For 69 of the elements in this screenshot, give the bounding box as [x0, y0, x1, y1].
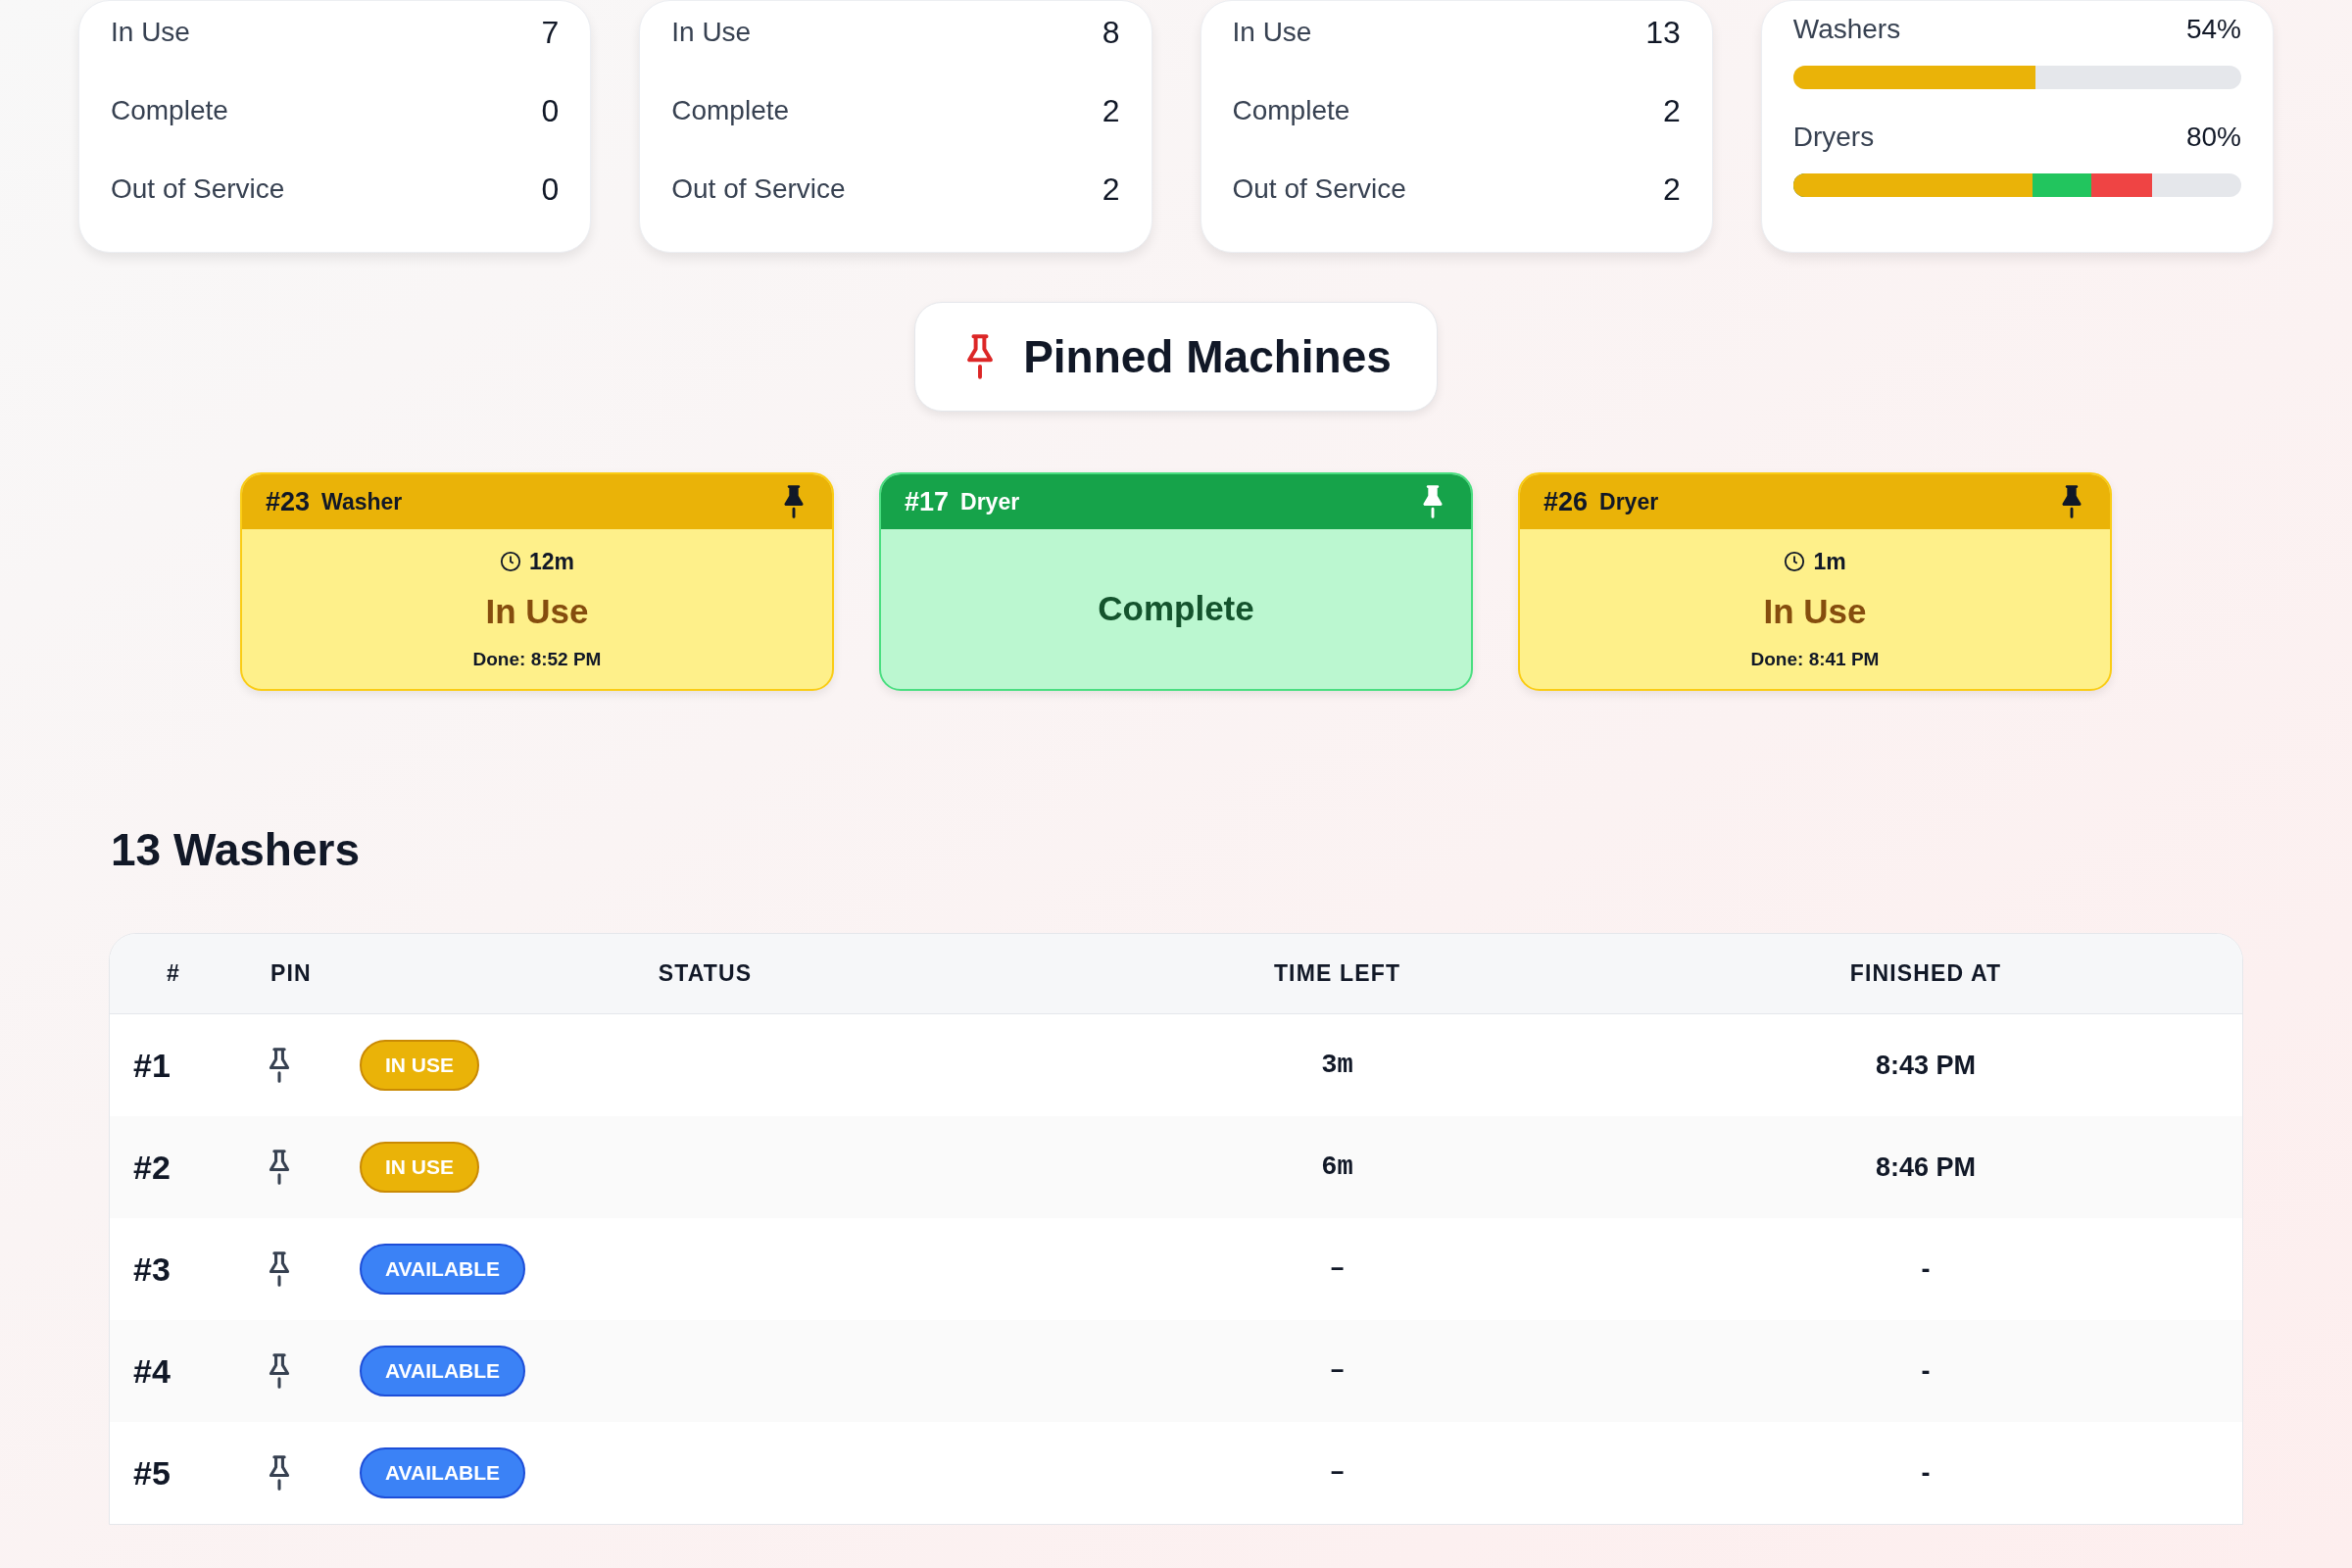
status-badge: IN USE — [360, 1040, 479, 1091]
stat-value: 7 — [541, 14, 560, 52]
done-time: Done: 8:52 PM — [472, 647, 602, 671]
stat-value: 2 — [1102, 171, 1120, 209]
usage-percent: 80% — [2185, 121, 2241, 154]
status-badge: AVAILABLE — [360, 1346, 526, 1396]
pinned-machine-card[interactable]: #17 Dryer Complete — [879, 472, 1473, 691]
finished-at: 8:43 PM — [1874, 1049, 1977, 1082]
machine-number: #1 — [132, 1045, 172, 1086]
column-header: # — [166, 959, 181, 989]
section-title: 13 Washers — [111, 823, 361, 877]
finished-at: - — [1920, 1354, 1932, 1388]
time-left: – — [1328, 1354, 1347, 1388]
table-row[interactable]: #2 IN USE 6m 8:46 PM — [110, 1116, 2242, 1218]
stat-value: 13 — [1645, 14, 1681, 52]
clock-icon — [1784, 551, 1806, 572]
stat-label: Out of Service — [111, 172, 285, 206]
usage-percent: 54% — [2185, 13, 2241, 46]
finished-at: - — [1920, 1456, 1932, 1490]
clock-icon — [499, 551, 521, 572]
stat-label: Out of Service — [671, 172, 846, 206]
status-badge: AVAILABLE — [360, 1244, 526, 1295]
stat-label: Complete — [671, 94, 790, 127]
machine-number: #23 — [266, 485, 311, 518]
time-left: 12m — [528, 547, 574, 576]
machine-type: Dryer — [960, 487, 1020, 516]
column-header: FINISHED AT — [1848, 959, 2003, 989]
table-row[interactable]: #4 AVAILABLE – - — [110, 1320, 2242, 1422]
machine-number: #3 — [132, 1249, 172, 1290]
time-left: – — [1328, 1252, 1347, 1286]
machine-number: #5 — [132, 1452, 172, 1494]
time-left: 3m — [1320, 1049, 1354, 1082]
status-badge: IN USE — [360, 1142, 479, 1193]
machine-number: #4 — [132, 1350, 172, 1392]
stat-label: Complete — [1232, 94, 1350, 127]
machine-type: Washer — [321, 487, 403, 516]
done-time: Done: 8:41 PM — [1750, 647, 1880, 671]
machine-status: Complete — [1098, 588, 1254, 630]
machine-number: #17 — [905, 485, 950, 518]
pinned-machine-card[interactable]: #23 Washer 12m In Use Done: 8:52 PM — [240, 472, 834, 691]
column-header: PIN — [270, 959, 313, 989]
pinned-title: Pinned Machines — [1023, 329, 1392, 384]
machine-status: In Use — [485, 591, 589, 633]
stat-value: 2 — [1662, 92, 1681, 130]
machine-status: In Use — [1763, 591, 1867, 633]
stat-value: 2 — [1662, 171, 1681, 209]
machine-number: #2 — [132, 1147, 172, 1188]
stat-value: 8 — [1102, 14, 1120, 52]
status-badge: AVAILABLE — [360, 1447, 526, 1498]
time-left: 1m — [1813, 547, 1846, 576]
machine-number: #26 — [1544, 485, 1589, 518]
stat-label: Complete — [111, 94, 228, 127]
stat-value: 0 — [541, 171, 560, 209]
stat-value: 0 — [541, 92, 560, 130]
time-left: 6m — [1320, 1151, 1354, 1184]
machine-type: Dryer — [1599, 487, 1659, 516]
stat-label: In Use — [1232, 16, 1312, 49]
finished-at: - — [1920, 1252, 1932, 1286]
usage-label: Washers — [1792, 13, 1901, 46]
stat-label: In Use — [111, 16, 190, 49]
stat-label: In Use — [671, 16, 752, 49]
pinned-machine-card[interactable]: #26 Dryer 1m In Use Done: 8:41 PM — [1518, 472, 2112, 691]
finished-at: 8:46 PM — [1874, 1151, 1977, 1184]
stat-value: 2 — [1102, 92, 1120, 130]
stat-label: Out of Service — [1232, 172, 1406, 206]
time-left: – — [1328, 1456, 1347, 1490]
column-header: STATUS — [657, 959, 754, 989]
column-header: TIME LEFT — [1272, 959, 1402, 989]
usage-label: Dryers — [1792, 121, 1875, 154]
